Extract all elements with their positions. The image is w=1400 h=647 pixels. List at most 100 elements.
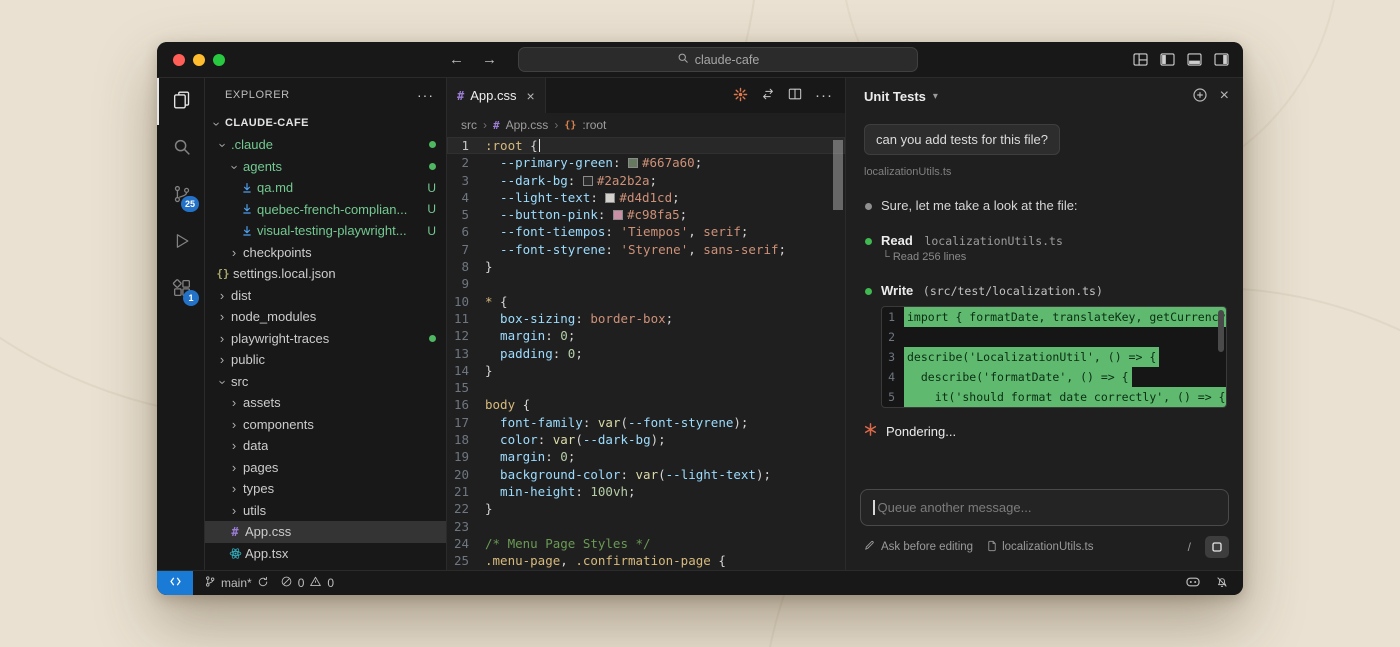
tree-folder-checkpoints[interactable]: ›checkpoints: [205, 242, 446, 264]
code-line[interactable]: 7 --font-styrene: 'Styrene', sans-serif;: [447, 241, 845, 258]
notifications-muted-icon[interactable]: [1215, 575, 1229, 592]
toggle-primary-sidebar-icon[interactable]: [1160, 53, 1175, 66]
color-swatch[interactable]: [613, 210, 623, 220]
tree-folder-dist[interactable]: ›dist: [205, 285, 446, 307]
code-line[interactable]: 2 --primary-green: #667a60;: [447, 154, 845, 171]
activity-run-debug[interactable]: [157, 219, 204, 266]
split-editor-icon[interactable]: [788, 87, 802, 104]
tree-file-quebec-french-complian[interactable]: quebec-french-complian...U: [205, 199, 446, 221]
tool-call-write[interactable]: Write (src/test/localization.ts): [864, 283, 1227, 298]
problems-status[interactable]: 0 0: [280, 575, 334, 591]
tree-item-label: quebec-french-complian...: [257, 202, 407, 217]
message-input[interactable]: Queue another message...: [860, 489, 1229, 526]
code-line[interactable]: 9: [447, 275, 845, 292]
tree-folder-public[interactable]: ›public: [205, 349, 446, 371]
code-editor[interactable]: 1:root {2 --primary-green: #667a60;3 --d…: [447, 137, 845, 570]
new-conversation-icon[interactable]: [1192, 87, 1208, 106]
close-panel-icon[interactable]: ×: [1220, 87, 1229, 105]
chevron-down-icon[interactable]: ▾: [933, 91, 938, 102]
line-number: 3: [447, 172, 485, 189]
toggle-secondary-sidebar-icon[interactable]: [1214, 53, 1229, 66]
user-message[interactable]: can you add tests for this file?: [864, 124, 1060, 155]
tree-folder-agents[interactable]: ›agents: [205, 156, 446, 178]
activity-search[interactable]: [157, 125, 204, 172]
code-line[interactable]: 14}: [447, 362, 845, 379]
code-line[interactable]: 23: [447, 518, 845, 535]
diff-scrollbar[interactable]: [1218, 310, 1224, 352]
activity-source-control[interactable]: 25: [157, 172, 204, 219]
tree-folder-src[interactable]: ›src: [205, 371, 446, 393]
slash-command-hint[interactable]: /: [1188, 540, 1191, 554]
code-line[interactable]: 8}: [447, 258, 845, 275]
activity-extensions[interactable]: 1: [157, 266, 204, 313]
copilot-icon[interactable]: [1185, 574, 1201, 593]
tree-folder-utils[interactable]: ›utils: [205, 500, 446, 522]
color-swatch[interactable]: [583, 176, 593, 186]
breadcrumb-file[interactable]: App.css: [506, 118, 549, 132]
code-line[interactable]: 13 padding: 0;: [447, 345, 845, 362]
tree-file-visual-testing-playwright[interactable]: visual-testing-playwright...U: [205, 220, 446, 242]
tree-folder-claude[interactable]: ›.claude: [205, 134, 446, 156]
attached-file[interactable]: localizationUtils.ts: [987, 540, 1093, 555]
code-line[interactable]: 5 --button-pink: #c98fa5;: [447, 206, 845, 223]
code-line[interactable]: 16body {: [447, 396, 845, 413]
code-line[interactable]: 11 box-sizing: border-box;: [447, 310, 845, 327]
remote-indicator[interactable]: [157, 571, 193, 595]
git-branch-status[interactable]: main*: [204, 575, 269, 591]
code-line[interactable]: 20 background-color: var(--light-text);: [447, 466, 845, 483]
tree-folder-pages[interactable]: ›pages: [205, 457, 446, 479]
code-line[interactable]: 22}: [447, 500, 845, 517]
permission-mode[interactable]: Ask before editing: [881, 541, 973, 553]
code-line[interactable]: 25.menu-page, .confirmation-page {: [447, 552, 845, 569]
tab-app-css[interactable]: # App.css ×: [447, 78, 546, 113]
code-line[interactable]: 19 margin: 0;: [447, 448, 845, 465]
code-line[interactable]: 4 --light-text: #d4d1cd;: [447, 189, 845, 206]
claude-icon[interactable]: [733, 87, 748, 105]
code-line[interactable]: 1:root {: [447, 137, 845, 154]
tree-folder-assets[interactable]: ›assets: [205, 392, 446, 414]
zoom-window-button[interactable]: [213, 54, 225, 66]
more-actions-icon[interactable]: ···: [815, 87, 833, 104]
tree-file-app-tsx[interactable]: App.tsx: [205, 543, 446, 565]
back-button[interactable]: ←: [449, 51, 464, 68]
compare-changes-icon[interactable]: [761, 87, 775, 104]
line-content: padding: 0;: [485, 345, 583, 362]
breadcrumb-src[interactable]: src: [461, 118, 477, 132]
project-root-folder[interactable]: › CLAUDE-CAFE: [205, 112, 446, 134]
tree-file-app-css[interactable]: #App.css: [205, 521, 446, 543]
tree-file-qa-md[interactable]: qa.mdU: [205, 177, 446, 199]
remote-icon: [169, 575, 182, 591]
code-line[interactable]: 10* {: [447, 293, 845, 310]
color-swatch[interactable]: [605, 193, 615, 203]
tool-call-read[interactable]: Read localizationUtils.ts: [864, 233, 1227, 248]
chevron-right-icon: ›: [227, 481, 241, 496]
code-line[interactable]: 18 color: var(--dark-bg);: [447, 431, 845, 448]
close-tab-icon[interactable]: ×: [526, 88, 534, 104]
forward-button[interactable]: →: [482, 51, 497, 68]
tree-file-settings-local-json[interactable]: {}settings.local.json: [205, 263, 446, 285]
code-line[interactable]: 21 min-height: 100vh;: [447, 483, 845, 500]
minimize-window-button[interactable]: [193, 54, 205, 66]
tree-folder-playwright-traces[interactable]: ›playwright-traces: [205, 328, 446, 350]
color-swatch[interactable]: [628, 158, 638, 168]
code-line[interactable]: 15: [447, 379, 845, 396]
breadcrumb-symbol[interactable]: :root: [582, 118, 606, 132]
explorer-more-actions-icon[interactable]: ···: [417, 87, 434, 103]
tree-folder-types[interactable]: ›types: [205, 478, 446, 500]
editor-scrollbar[interactable]: [833, 140, 843, 210]
toggle-panel-icon[interactable]: [1187, 53, 1202, 66]
close-window-button[interactable]: [173, 54, 185, 66]
tree-folder-data[interactable]: ›data: [205, 435, 446, 457]
diff-preview[interactable]: 1import { formatDate, translateKey, getC…: [881, 306, 1227, 408]
code-line[interactable]: 24/* Menu Page Styles */: [447, 535, 845, 552]
tree-folder-node-modules[interactable]: ›node_modules: [205, 306, 446, 328]
code-line[interactable]: 3 --dark-bg: #2a2b2a;: [447, 172, 845, 189]
send-button[interactable]: [1205, 536, 1229, 558]
activity-explorer[interactable]: [157, 78, 204, 125]
customize-layout-icon[interactable]: [1133, 53, 1148, 66]
command-center-search[interactable]: claude-cafe: [518, 47, 918, 72]
tree-folder-components[interactable]: ›components: [205, 414, 446, 436]
code-line[interactable]: 6 --font-tiempos: 'Tiempos', serif;: [447, 223, 845, 240]
code-line[interactable]: 17 font-family: var(--font-styrene);: [447, 414, 845, 431]
code-line[interactable]: 12 margin: 0;: [447, 327, 845, 344]
